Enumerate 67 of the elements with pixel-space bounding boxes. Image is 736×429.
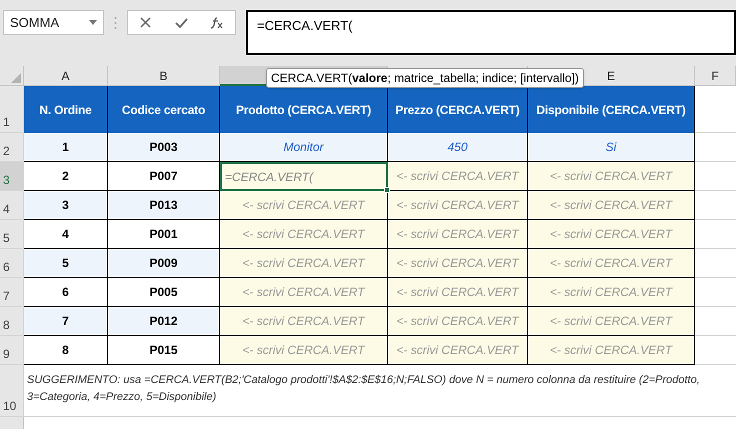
row-header[interactable]: 4	[0, 191, 24, 220]
row-header[interactable]: 9	[0, 336, 24, 365]
row-header[interactable]: 6	[0, 249, 24, 278]
table-cell: 4	[24, 220, 108, 249]
result-cell: Si	[528, 133, 695, 162]
table-cell: 6	[24, 278, 108, 307]
placeholder-cell: <- scrivi CERCA.VERT	[220, 307, 388, 336]
placeholder-cell: <- scrivi CERCA.VERT	[388, 336, 528, 365]
placeholder-cell: <- scrivi CERCA.VERT	[220, 220, 388, 249]
function-tooltip: CERCA.VERT(valore; matrice_tabella; indice; [intervallo])	[266, 68, 584, 88]
formula-bar[interactable]: =CERCA.VERT(	[246, 10, 736, 55]
table-cell: 7	[24, 307, 108, 336]
function-icon	[210, 16, 224, 28]
table-cell: P007	[108, 162, 220, 191]
column-header[interactable]: F	[695, 66, 736, 86]
table-cell: 2	[24, 162, 108, 191]
table-cell: P013	[108, 191, 220, 220]
row-header[interactable]: 2	[0, 133, 24, 162]
table-cell: 3	[24, 191, 108, 220]
table-cell: 5	[24, 249, 108, 278]
column-header[interactable]: A	[24, 66, 108, 86]
table-cell: P001	[108, 220, 220, 249]
placeholder-cell: <- scrivi CERCA.VERT	[528, 307, 695, 336]
row-header[interactable]: 3	[0, 162, 24, 191]
result-cell: Monitor	[220, 133, 388, 162]
row-header[interactable]: 8	[0, 307, 24, 336]
row-header[interactable]: 1	[0, 86, 24, 133]
placeholder-cell: <- scrivi CERCA.VERT	[388, 162, 528, 191]
checkmark-icon	[174, 18, 188, 28]
select-all-icon	[11, 73, 21, 83]
placeholder-cell: <- scrivi CERCA.VERT	[528, 220, 695, 249]
placeholder-cell: <- scrivi CERCA.VERT	[528, 162, 695, 191]
table-cell: P015	[108, 336, 220, 365]
header-cell: Prodotto (CERCA.VERT)	[220, 86, 388, 133]
column-header[interactable]: B	[108, 66, 220, 86]
row-header[interactable]: 5	[0, 220, 24, 249]
table-cell: P003	[108, 133, 220, 162]
row-header[interactable]: 10	[0, 365, 24, 417]
row-header[interactable]: 7	[0, 278, 24, 307]
header-cell: Prezzo (CERCA.VERT)	[388, 86, 528, 133]
placeholder-cell: <- scrivi CERCA.VERT	[220, 191, 388, 220]
header-cell: Codice cercato	[108, 86, 220, 133]
table-cell: 8	[24, 336, 108, 365]
drag-handle-icon	[114, 16, 117, 30]
dropdown-caret-icon	[89, 20, 97, 25]
table-cell: P009	[108, 249, 220, 278]
placeholder-cell: <- scrivi CERCA.VERT	[388, 191, 528, 220]
placeholder-cell: <- scrivi CERCA.VERT	[220, 336, 388, 365]
placeholder-cell: <- scrivi CERCA.VERT	[388, 249, 528, 278]
placeholder-cell: <- scrivi CERCA.VERT	[528, 278, 695, 307]
placeholder-cell: <- scrivi CERCA.VERT	[528, 336, 695, 365]
placeholder-cell: <- scrivi CERCA.VERT	[220, 278, 388, 307]
table-cell: 1	[24, 133, 108, 162]
close-icon	[140, 17, 152, 28]
placeholder-cell: <- scrivi CERCA.VERT	[528, 249, 695, 278]
placeholder-cell: <- scrivi CERCA.VERT	[528, 191, 695, 220]
name-box[interactable]: SOMMA	[3, 10, 104, 35]
header-cell: Disponibile (CERCA.VERT)	[528, 86, 695, 133]
hint-note: SUGGERIMENTO: usa =CERCA.VERT(B2;'Catalogo prodotti'!$A$2:$E$16;N;FALSO) dove N = numero colonna da restituire (2=Prodotto, 3=Categoria, 4=Prezzo, 5=Disponibile)	[24, 365, 736, 417]
placeholder-cell: <- scrivi CERCA.VERT	[388, 220, 528, 249]
result-cell: 450	[388, 133, 528, 162]
header-cell: N. Ordine	[24, 86, 108, 133]
placeholder-cell: <- scrivi CERCA.VERT	[388, 307, 528, 336]
table-cell: P005	[108, 278, 220, 307]
table-cell: P012	[108, 307, 220, 336]
placeholder-cell: <- scrivi CERCA.VERT	[388, 278, 528, 307]
placeholder-cell: <- scrivi CERCA.VERT	[220, 249, 388, 278]
